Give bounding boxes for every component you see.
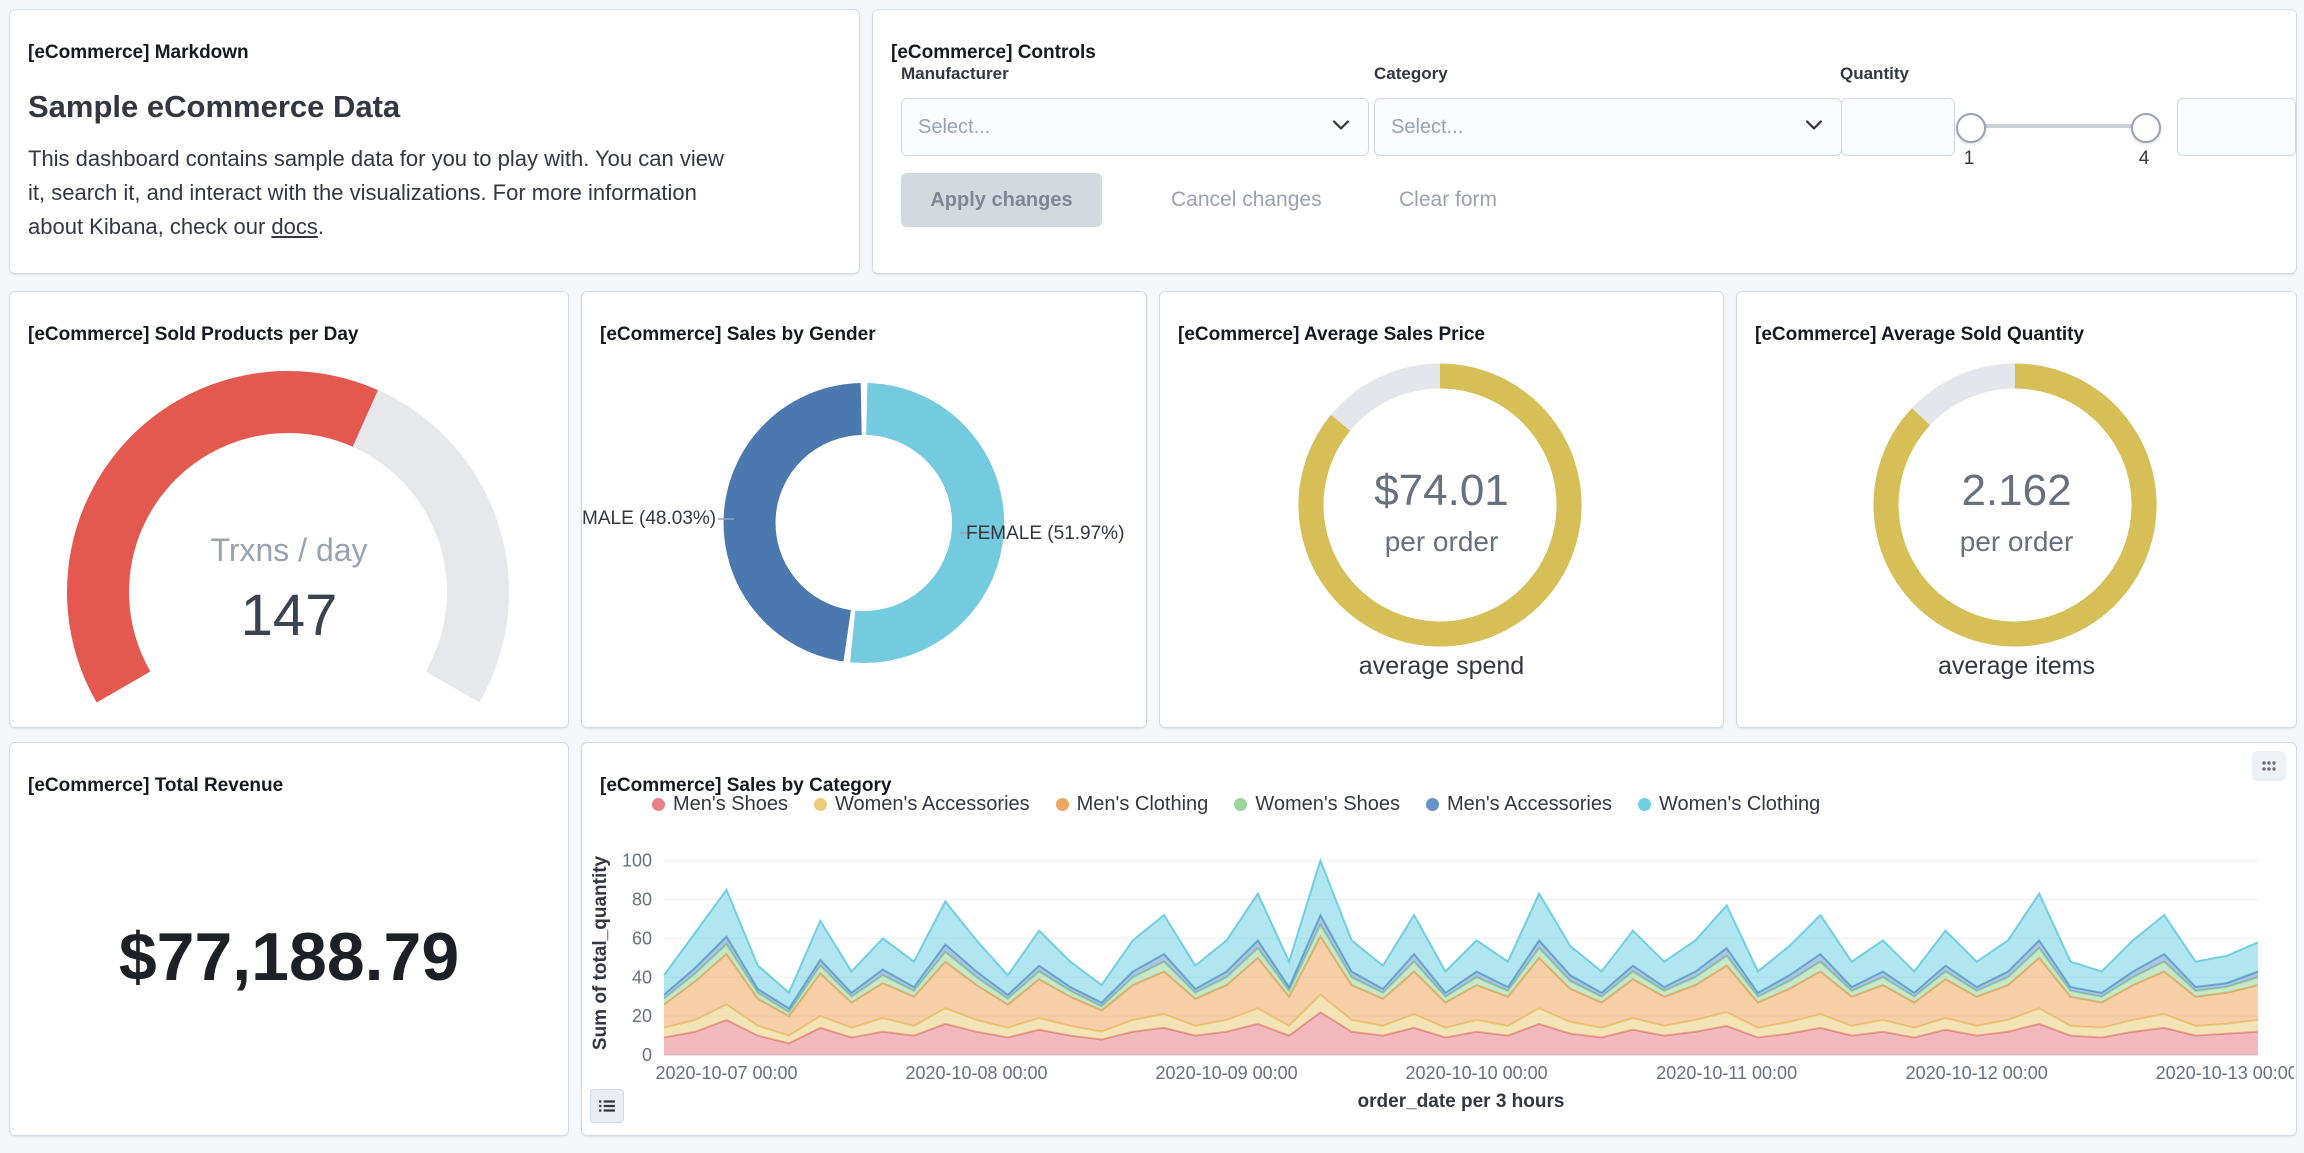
manufacturer-select-placeholder: Select...: [918, 115, 991, 138]
manufacturer-select[interactable]: Select...: [901, 98, 1369, 156]
total-revenue-value: $77,188.79: [118, 919, 460, 995]
gauge-value: 147: [240, 583, 338, 648]
legend-label: Women's Clothing: [1658, 793, 1821, 815]
gauge-label: Trxns / day: [210, 532, 368, 568]
clear-form-button[interactable]: Clear form: [1393, 173, 1503, 227]
quantity-slider-handle-max[interactable]: [2131, 113, 2161, 143]
quantity-slider-max-value: 4: [2138, 148, 2150, 169]
markdown-body-line3-suffix: .: [317, 214, 324, 239]
quantity-slider-track[interactable]: [1969, 124, 2144, 128]
svg-text:100: 100: [622, 851, 652, 871]
legend-dot: [1425, 798, 1439, 811]
legend-dot: [1234, 798, 1248, 811]
legend-item[interactable]: Men's Clothing: [1055, 793, 1209, 816]
cancel-changes-button[interactable]: Cancel changes: [1165, 173, 1328, 227]
goal-qty-value: 2.162: [1961, 466, 2072, 515]
svg-text:0: 0: [642, 1045, 652, 1065]
legend-dot: [814, 798, 827, 811]
markdown-heading: Sample eCommerce Data: [28, 88, 401, 124]
legend-dot: [1055, 798, 1069, 811]
list-icon: [599, 1100, 615, 1112]
quantity-min-input[interactable]: [1841, 98, 1955, 156]
markdown-body-line1: This dashboard contains sample data for …: [28, 146, 724, 171]
svg-text:2020-10-12 00:00: 2020-10-12 00:00: [1906, 1063, 2048, 1083]
legend-label: Women's Accessories: [835, 793, 1030, 815]
legend-dot: [1637, 798, 1651, 811]
goal-qty-sublabel: per order: [1959, 526, 2074, 557]
legend-label: Men's Clothing: [1076, 793, 1209, 815]
panel-title[interactable]: [eCommerce] Controls: [891, 42, 1096, 64]
svg-text:2020-10-13 00:00: 2020-10-13 00:00: [2156, 1063, 2294, 1083]
category-select-placeholder: Select...: [1391, 115, 1464, 138]
svg-text:order_date per 3 hours: order_date per 3 hours: [1358, 1091, 1565, 1112]
legend-item[interactable]: Women's Clothing: [1637, 793, 1821, 816]
svg-text:80: 80: [632, 890, 652, 910]
quantity-label: Quantity: [1840, 64, 1909, 83]
legend-toggle-button[interactable]: [590, 1089, 624, 1123]
docs-link[interactable]: docs: [271, 214, 317, 239]
chevron-down-icon: [1330, 114, 1352, 141]
markdown-body-line2: it, search it, and interact with the vis…: [28, 180, 697, 205]
goal-price-value: $74.01: [1374, 466, 1509, 515]
svg-text:2020-10-08 00:00: 2020-10-08 00:00: [905, 1063, 1047, 1083]
sales-by-category-area-chart: 0 20 40 60 80 100 2020-10-07 00:00 2020-10-08 0…: [590, 851, 2294, 1112]
apply-changes-button[interactable]: Apply changes: [901, 173, 1102, 227]
female-slice-label[interactable]: FEMALE (51.97%): [966, 523, 1124, 545]
category-select[interactable]: Select...: [1374, 98, 1842, 156]
svg-text:2020-10-09 00:00: 2020-10-09 00:00: [1156, 1063, 1298, 1083]
markdown-body-line3: about Kibana, check our docs.: [28, 210, 828, 244]
markdown-body-line3-prefix: about Kibana, check our: [28, 214, 272, 239]
legend-dot: [652, 798, 665, 811]
svg-text:60: 60: [632, 928, 652, 948]
legend-label: Men's Accessories: [1446, 793, 1612, 815]
legend-item[interactable]: Men's Accessories: [1425, 793, 1612, 816]
legend-label: Men's Shoes: [673, 793, 788, 815]
svg-text:2020-10-10 00:00: 2020-10-10 00:00: [1406, 1063, 1548, 1083]
panel-sold-products-per-day: [eCommerce] Sold Products per Day Trxns …: [9, 291, 569, 728]
quantity-slider-min-value: 1: [1963, 148, 1975, 169]
panel-sales-by-category: [eCommerce] Sales by Category Men's Shoe…: [581, 742, 2297, 1136]
panel-controls: [eCommerce] Controls Manufacturer Select…: [872, 9, 2297, 274]
panel-title[interactable]: [eCommerce] Markdown: [28, 42, 249, 64]
male-slice-label[interactable]: MALE (48.03%): [582, 508, 716, 530]
legend-item[interactable]: Women's Accessories: [814, 793, 1030, 816]
svg-text:20: 20: [632, 1006, 652, 1026]
panel-average-sales-price: [eCommerce] Average Sales Price $74.01 p…: [1159, 291, 1724, 728]
legend-item[interactable]: Women's Shoes: [1234, 793, 1400, 816]
panel-markdown: [eCommerce] Markdown Sample eCommerce Da…: [9, 9, 860, 274]
panel-average-sold-quantity: [eCommerce] Average Sold Quantity 2.162 …: [1736, 291, 2297, 728]
svg-text:2020-10-11 00:00: 2020-10-11 00:00: [1656, 1063, 1797, 1083]
markdown-body: This dashboard contains sample data for …: [28, 142, 828, 244]
panel-options-button[interactable]: [2252, 751, 2286, 781]
goal-price-caption: average spend: [1358, 652, 1525, 680]
quantity-slider-handle-min[interactable]: [1956, 113, 1986, 143]
svg-text:Sum of total_quantity: Sum of total_quantity: [590, 855, 611, 1050]
svg-text:40: 40: [632, 967, 652, 987]
panel-options-icon: [2262, 761, 2276, 771]
goal-qty-caption: average items: [1937, 652, 2096, 680]
chevron-down-icon: [1803, 114, 1825, 141]
svg-text:2020-10-07 00:00: 2020-10-07 00:00: [655, 1063, 797, 1083]
panel-sales-by-gender: [eCommerce] Sales by Gender MALE (48.03%…: [581, 291, 1147, 728]
gauge-chart: [67, 370, 509, 703]
quantity-max-input[interactable]: [2177, 98, 2296, 156]
panel-total-revenue: [eCommerce] Total Revenue $77,188.79: [9, 742, 569, 1136]
legend-item[interactable]: Men's Shoes: [652, 793, 788, 816]
legend-label: Women's Shoes: [1255, 793, 1400, 815]
category-label: Category: [1374, 64, 1448, 83]
goal-price-sublabel: per order: [1384, 526, 1499, 557]
chart-legend: Men's Shoes Women's Accessories Men's Clot…: [652, 793, 1820, 816]
manufacturer-label: Manufacturer: [901, 64, 1009, 83]
kibana-dashboard: { "colors": { "gauge_red": "#e3594f", "t…: [0, 0, 2304, 1140]
